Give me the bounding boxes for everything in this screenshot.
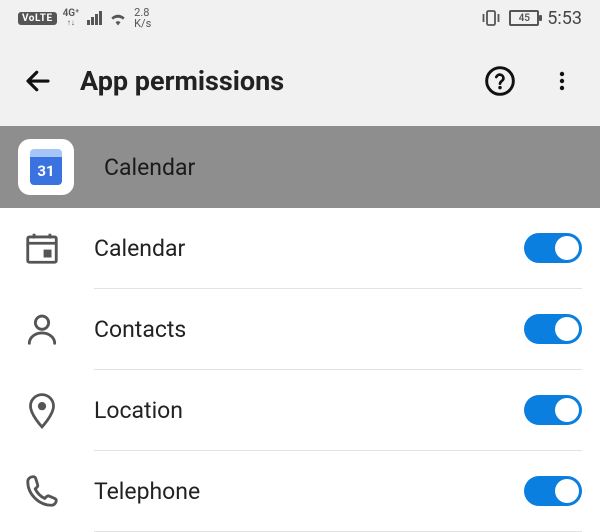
permission-label: Contacts <box>94 316 496 343</box>
google-calendar-icon: 31 <box>26 147 66 187</box>
overflow-menu-button[interactable] <box>542 61 582 101</box>
page-title: App permissions <box>80 65 458 97</box>
network-speed: 2.8 K/s <box>134 7 151 29</box>
help-icon <box>484 65 516 97</box>
battery-icon: 45 <box>509 10 539 26</box>
telephone-icon <box>18 472 66 510</box>
app-bar: App permissions <box>0 36 600 126</box>
back-button[interactable] <box>18 61 58 101</box>
permission-toggle-location[interactable] <box>524 395 582 425</box>
permission-row-telephone: Telephone <box>18 451 582 531</box>
back-arrow-icon <box>23 66 53 96</box>
permissions-list: Calendar Contacts Location Telephone <box>0 208 600 532</box>
network-type: 4G⁺ ↑↓ <box>63 9 80 27</box>
calendar-icon <box>18 229 66 267</box>
permission-toggle-contacts[interactable] <box>524 314 582 344</box>
permission-row-contacts: Contacts <box>18 289 582 369</box>
clock: 5:53 <box>547 8 582 29</box>
status-bar: VoLTE 4G⁺ ↑↓ 2.8 K/s 45 5:53 <box>0 0 600 36</box>
permission-label: Location <box>94 397 496 424</box>
kebab-menu-icon <box>550 67 574 95</box>
app-header-row: 31 Calendar <box>0 126 600 208</box>
permission-row-calendar: Calendar <box>18 208 582 288</box>
permission-toggle-telephone[interactable] <box>524 476 582 506</box>
volte-badge: VoLTE <box>18 12 57 25</box>
contacts-icon <box>18 310 66 348</box>
wifi-icon <box>108 10 128 26</box>
permission-row-location: Location <box>18 370 582 450</box>
location-icon <box>18 390 66 430</box>
app-name-label: Calendar <box>104 154 195 181</box>
permission-label: Telephone <box>94 478 496 505</box>
help-button[interactable] <box>480 61 520 101</box>
vibrate-icon <box>481 9 501 27</box>
status-right: 45 5:53 <box>481 8 582 29</box>
status-left: VoLTE 4G⁺ ↑↓ 2.8 K/s <box>18 7 151 29</box>
app-icon: 31 <box>18 139 74 195</box>
signal-icon <box>87 11 102 25</box>
permission-toggle-calendar[interactable] <box>524 233 582 263</box>
permission-label: Calendar <box>94 235 496 262</box>
